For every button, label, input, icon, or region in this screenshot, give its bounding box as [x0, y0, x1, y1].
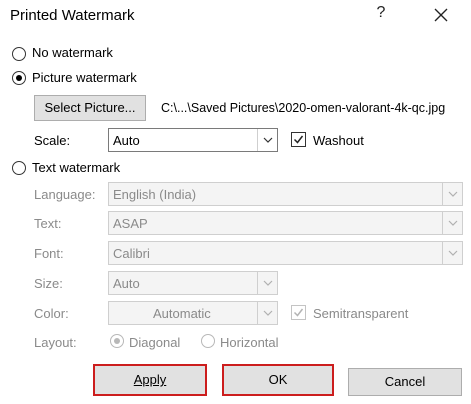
scale-combo[interactable]: Auto	[108, 128, 278, 152]
picture-watermark-label[interactable]: Picture watermark	[32, 70, 137, 85]
no-watermark-radio[interactable]	[12, 47, 26, 61]
scale-dropdown-arrow[interactable]	[257, 129, 277, 151]
select-picture-button[interactable]: Select Picture...	[34, 95, 146, 121]
picture-watermark-radio[interactable]	[12, 71, 26, 85]
chevron-down-icon	[448, 250, 458, 256]
text-combo[interactable]: ASAP	[108, 211, 463, 235]
checkmark-icon	[293, 308, 304, 317]
layout-horizontal-radio[interactable]	[201, 334, 215, 348]
close-button[interactable]	[428, 2, 454, 28]
no-watermark-label[interactable]: No watermark	[32, 45, 113, 60]
chevron-down-icon	[263, 137, 273, 143]
washout-checkbox[interactable]	[291, 132, 306, 147]
ok-button[interactable]: OK	[222, 364, 334, 396]
cancel-button[interactable]: Cancel	[348, 368, 462, 396]
language-label: Language:	[34, 187, 96, 202]
apply-button-label: Apply	[133, 372, 167, 387]
text-dropdown-arrow[interactable]	[442, 212, 462, 234]
font-value: Calibri	[113, 246, 150, 261]
color-combo[interactable]: Automatic	[108, 301, 278, 325]
size-combo[interactable]: Auto	[108, 271, 278, 295]
size-value: Auto	[113, 276, 140, 291]
semitransparent-checkbox[interactable]	[291, 305, 306, 320]
color-value: Automatic	[153, 306, 211, 321]
close-icon	[434, 8, 448, 22]
language-combo[interactable]: English (India)	[108, 182, 463, 206]
help-button[interactable]: ?	[371, 4, 391, 26]
chevron-down-icon	[263, 280, 273, 286]
apply-button[interactable]: Apply	[93, 364, 207, 396]
chevron-down-icon	[263, 310, 273, 316]
size-dropdown-arrow[interactable]	[257, 272, 277, 294]
scale-value: Auto	[113, 133, 140, 148]
layout-label: Layout:	[34, 335, 77, 350]
checkmark-icon	[293, 135, 304, 144]
size-label: Size:	[34, 276, 63, 291]
color-label: Color:	[34, 306, 69, 321]
font-combo[interactable]: Calibri	[108, 241, 463, 265]
picture-path: C:\...\Saved Pictures\2020-omen-valorant…	[161, 101, 446, 115]
washout-label[interactable]: Washout	[313, 133, 364, 148]
font-dropdown-arrow[interactable]	[442, 242, 462, 264]
text-label: Text:	[34, 216, 62, 231]
language-value: English (India)	[113, 187, 197, 202]
dialog-title: Printed Watermark	[10, 7, 135, 24]
layout-diagonal-label[interactable]: Diagonal	[129, 335, 180, 350]
text-value: ASAP	[113, 216, 148, 231]
chevron-down-icon	[448, 220, 458, 226]
scale-label: Scale:	[34, 133, 71, 148]
color-dropdown-arrow[interactable]	[257, 302, 277, 324]
chevron-down-icon	[448, 191, 458, 197]
language-dropdown-arrow[interactable]	[442, 183, 462, 205]
layout-horizontal-label[interactable]: Horizontal	[220, 335, 279, 350]
text-watermark-label[interactable]: Text watermark	[32, 160, 120, 175]
layout-diagonal-radio[interactable]	[110, 334, 124, 348]
font-label: Font:	[34, 246, 64, 261]
text-watermark-radio[interactable]	[12, 161, 26, 175]
semitransparent-label[interactable]: Semitransparent	[313, 306, 408, 321]
